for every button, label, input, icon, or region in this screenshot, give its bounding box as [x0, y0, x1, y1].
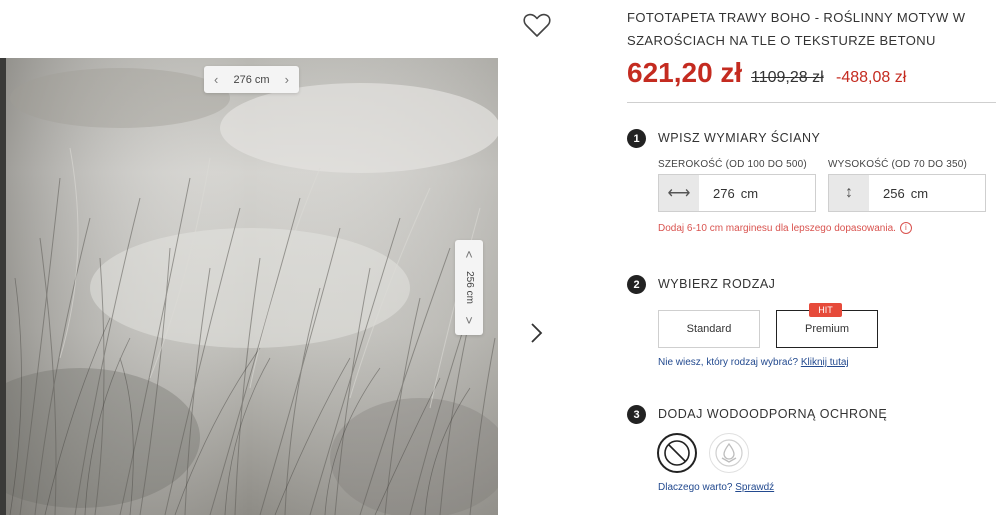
price-divider: [627, 102, 996, 103]
preview-width-control[interactable]: ‹ 276 cm ›: [204, 66, 299, 93]
step-1-badge: 1: [627, 129, 646, 148]
chevron-right-icon: [531, 323, 543, 343]
protection-help-text: Dlaczego warto?: [658, 482, 733, 493]
step-3-badge: 3: [627, 405, 646, 424]
heart-icon: [523, 13, 551, 37]
favorite-button[interactable]: [522, 10, 552, 40]
width-unit: cm: [740, 185, 759, 201]
step-2-badge: 2: [627, 275, 646, 294]
type-help-text: Nie wiesz, który rodzaj wybrać?: [658, 357, 799, 368]
chevron-up-icon[interactable]: ˄: [465, 248, 473, 261]
margin-hint: Dodaj 6-10 cm marginesu dla lepszego dop…: [658, 222, 912, 234]
height-unit: cm: [910, 185, 929, 201]
height-field[interactable]: ↕ 256 cm: [828, 174, 986, 212]
water-drop-icon: [715, 439, 743, 467]
no-protection-option[interactable]: [657, 433, 697, 473]
type-help-link[interactable]: Kliknij tutaj: [801, 357, 849, 368]
product-title: FOTOTAPETA TRAWY BOHO - ROŚLINNY MOTYW W…: [627, 10, 966, 48]
chevron-right-icon[interactable]: ›: [285, 73, 289, 86]
preview-height-control[interactable]: ˄ 256 cm ˅: [455, 240, 483, 335]
margin-hint-text: Dodaj 6-10 cm marginesu dla lepszego dop…: [658, 222, 896, 234]
discount-amount: -488,08 zł: [836, 69, 907, 86]
step-2-label: WYBIERZ RODZAJ: [658, 277, 776, 291]
chevron-left-icon[interactable]: ‹: [214, 73, 218, 86]
current-price: 621,20 zł: [627, 57, 743, 88]
info-icon[interactable]: i: [899, 222, 912, 234]
preview-height-label: 256 cm: [463, 271, 475, 304]
width-field[interactable]: ⟷ 276 cm: [658, 174, 816, 212]
wallpaper-preview-image: [0, 58, 498, 515]
vertical-arrows-icon: ↕: [829, 175, 869, 211]
horizontal-arrows-icon: ⟷: [659, 175, 699, 211]
height-value[interactable]: 256: [883, 186, 905, 201]
next-image-button[interactable]: [527, 318, 547, 348]
type-help-line: Nie wiesz, który rodzaj wybrać? Kliknij …: [658, 357, 849, 368]
height-field-label: WYSOKOŚĆ (OD 70 DO 350): [828, 159, 968, 170]
type-option-standard[interactable]: Standard: [658, 310, 760, 348]
step-3-label: DODAJ WODOODPORNĄ OCHRONĘ: [658, 407, 888, 421]
chevron-down-icon[interactable]: ˅: [465, 314, 473, 327]
width-value[interactable]: 276: [713, 186, 735, 201]
no-protection-icon: [664, 440, 690, 466]
wallpaper-edge-shadow: [0, 58, 6, 515]
protection-help-link[interactable]: Sprawdź: [735, 482, 774, 493]
preview-width-label: 276 cm: [233, 73, 270, 86]
hit-badge: HIT: [809, 303, 842, 317]
water-protection-option[interactable]: [709, 433, 749, 473]
width-field-label: SZEROKOŚĆ (OD 100 DO 500): [658, 159, 807, 170]
step-1-label: WPISZ WYMIARY ŚCIANY: [658, 131, 821, 145]
old-price: 1109,28 zł: [751, 69, 824, 86]
protection-help-line: Dlaczego warto? Sprawdź: [658, 482, 774, 493]
